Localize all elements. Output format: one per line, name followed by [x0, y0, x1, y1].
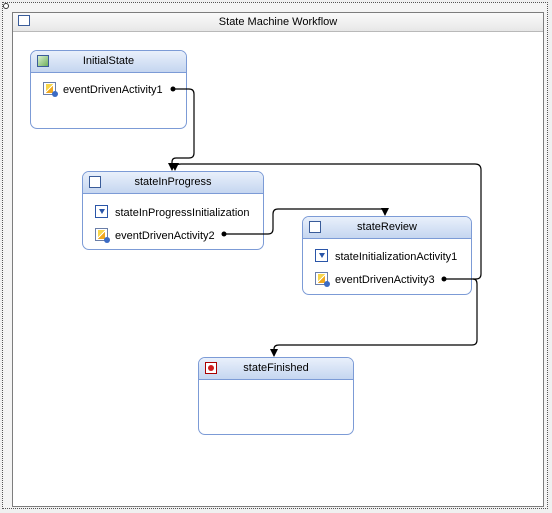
- state-review-title: stateReview: [357, 221, 417, 233]
- state-finished[interactable]: stateFinished: [198, 357, 354, 435]
- state-machine-icon: [18, 15, 30, 26]
- state-initialization-icon: [95, 205, 108, 218]
- state-in-progress-header[interactable]: stateInProgress: [83, 172, 263, 194]
- initial-state-icon: [37, 55, 49, 67]
- completed-state-icon: [205, 362, 217, 374]
- activity-label: stateInProgressInitialization: [115, 207, 250, 219]
- state-initial[interactable]: InitialState eventDrivenActivity1: [30, 50, 187, 129]
- workflow-container[interactable]: State Machine Workflow InitialState even…: [12, 12, 544, 507]
- state-finished-header[interactable]: stateFinished: [199, 358, 353, 380]
- activity-label: eventDrivenActivity1: [63, 84, 163, 96]
- activity-label: stateInitializationActivity1: [335, 251, 458, 263]
- state-icon: [89, 176, 101, 188]
- designer-canvas: State Machine Workflow InitialState even…: [2, 2, 548, 509]
- state-in-progress[interactable]: stateInProgress stateInProgressInitializ…: [82, 171, 264, 250]
- state-in-progress-title: stateInProgress: [134, 176, 212, 188]
- activity-label: eventDrivenActivity3: [335, 274, 435, 286]
- state-icon: [309, 221, 321, 233]
- state-review[interactable]: stateReview stateInitializationActivity1…: [302, 216, 472, 295]
- resize-handle[interactable]: [3, 3, 9, 9]
- state-initialization-icon: [315, 249, 328, 262]
- workflow-title: State Machine Workflow: [218, 16, 338, 28]
- state-finished-title: stateFinished: [243, 362, 309, 374]
- event-driven-icon: [315, 272, 330, 287]
- state-initial-header[interactable]: InitialState: [31, 51, 186, 73]
- state-review-header[interactable]: stateReview: [303, 217, 471, 239]
- event-driven-icon: [95, 228, 110, 243]
- state-initial-title: InitialState: [82, 55, 135, 67]
- activity-label: eventDrivenActivity2: [115, 230, 215, 242]
- event-driven-icon: [43, 82, 58, 97]
- workflow-header: State Machine Workflow: [13, 13, 543, 32]
